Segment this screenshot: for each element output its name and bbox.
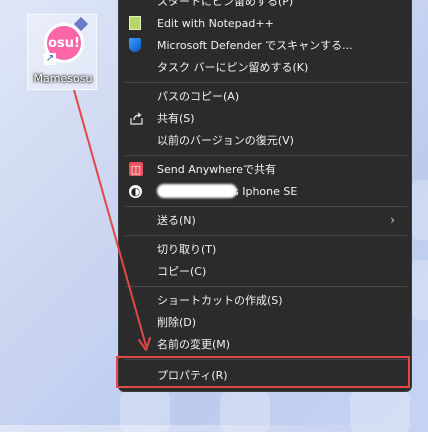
annotation-arrow [73, 89, 151, 351]
